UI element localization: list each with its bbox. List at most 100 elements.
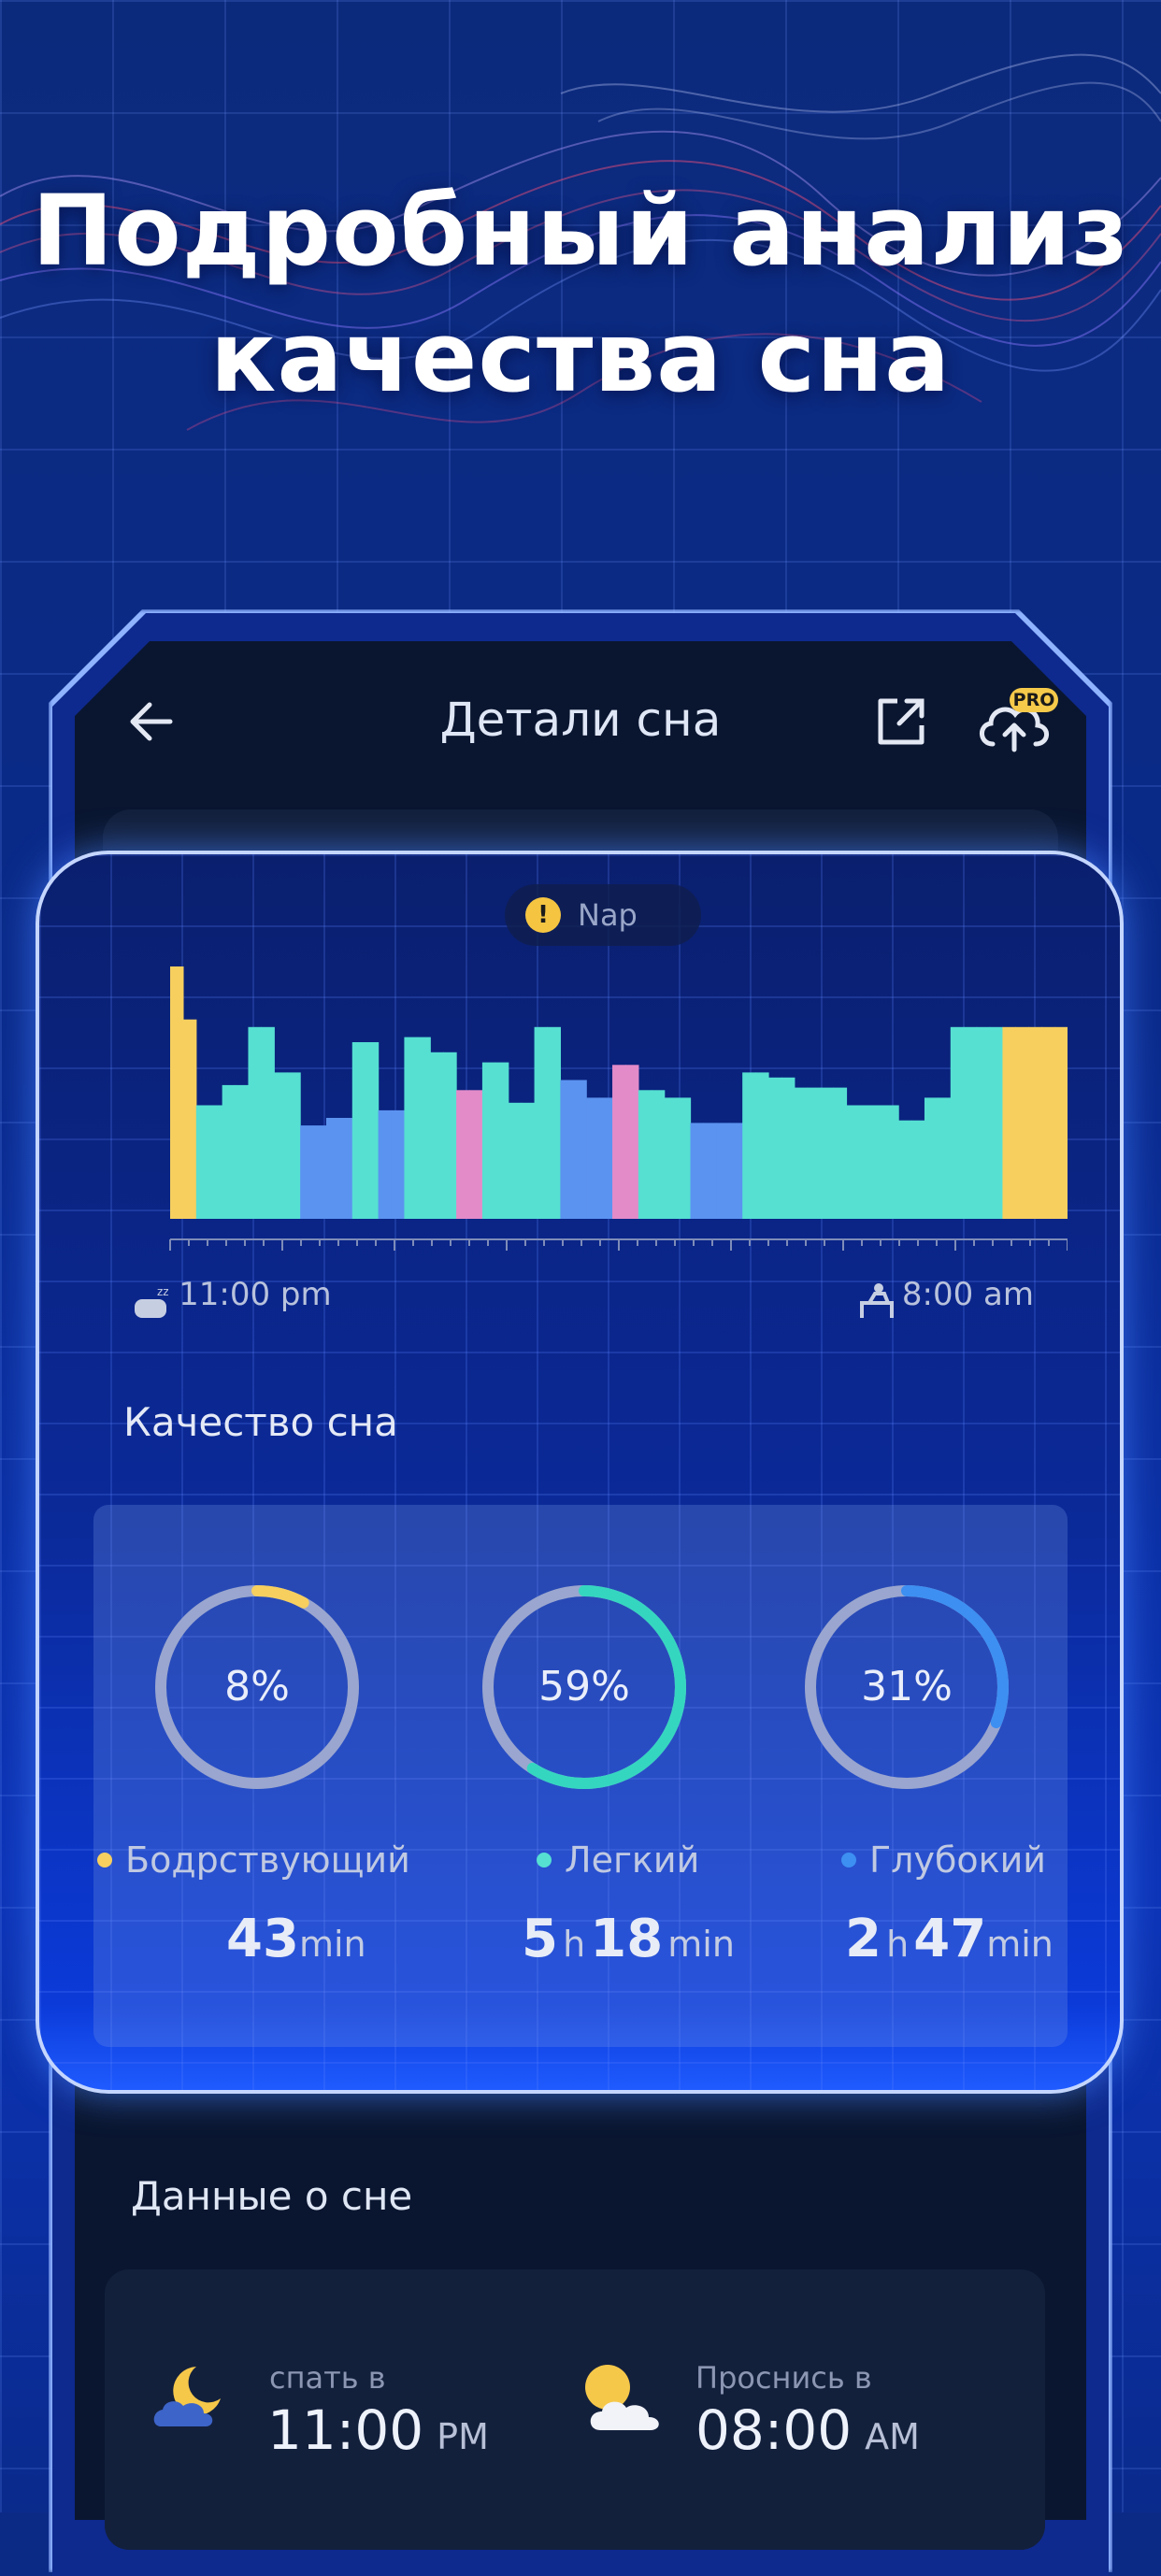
stage-bar (716, 1123, 730, 1219)
stage-bar (547, 1026, 561, 1219)
stage-bar (624, 1065, 639, 1219)
deep-dot (841, 1852, 856, 1868)
light-minutes: 18 (590, 1909, 664, 1969)
stage-bar (430, 1052, 444, 1219)
quality-section-title: Качество сна (123, 1399, 398, 1445)
stage-bar (469, 1090, 483, 1219)
sun-cloud-icon (585, 2365, 659, 2430)
stage-bar (859, 1105, 873, 1219)
stage-bar (573, 1080, 587, 1219)
stage-bar (208, 1105, 223, 1219)
sleep-bed-icon: zz (135, 1285, 169, 1318)
bedtime-marker: zz 11:00 pm (133, 1270, 332, 1319)
deep-percent: 31% (861, 1663, 953, 1710)
awake-dot (97, 1852, 112, 1868)
deep-minutes: 47 (913, 1909, 987, 1969)
stage-bar (872, 1105, 886, 1219)
stage-bar (313, 1125, 327, 1219)
light-min-unit: min (667, 1924, 735, 1965)
stage-bar (924, 1097, 939, 1219)
stage-bar (638, 1090, 652, 1219)
stage-bar (560, 1080, 574, 1219)
stage-bar (846, 1105, 860, 1219)
stage-bar (794, 1087, 809, 1219)
stage-bar (195, 1105, 210, 1219)
stage-bar (989, 1026, 1004, 1219)
stage-bar (182, 1019, 197, 1219)
sleep-data-title: Данные о сне (131, 2173, 413, 2219)
stage-bar (235, 1084, 250, 1219)
stage-bar (807, 1087, 822, 1219)
stage-bar (651, 1090, 666, 1219)
sleep-quality-card: ! Nap zz 11:00 pm 8:00 am Качество сна 8… (36, 851, 1124, 2094)
nap-label: Nap (578, 897, 638, 933)
stage-bar (1041, 1026, 1055, 1219)
stage-bar (911, 1120, 925, 1219)
wake-marker: 8:00 am (856, 1270, 1034, 1319)
moon-cloud-icon (153, 2367, 221, 2426)
end-time: 8:00 am (901, 1276, 1034, 1313)
stage-bar (404, 1037, 418, 1219)
stage-bar (521, 1102, 536, 1219)
stage-bar (300, 1125, 314, 1219)
stage-bar (950, 1026, 965, 1219)
stage-bar (768, 1077, 782, 1219)
stage-bar (222, 1084, 236, 1219)
deep-hours: 2 (845, 1909, 882, 1969)
deep-label: Глубокий (869, 1839, 1046, 1881)
stage-bar (963, 1026, 978, 1219)
warning-icon: ! (525, 897, 561, 933)
light-hour-unit: h (563, 1924, 586, 1965)
stage-bar (742, 1072, 756, 1219)
stage-bar (755, 1072, 769, 1219)
stage-bar (729, 1123, 743, 1219)
stage-bar (378, 1109, 393, 1219)
stage-bar (781, 1077, 796, 1219)
bedtime-value: 11:00 PM (267, 2397, 489, 2470)
stage-bar (976, 1026, 991, 1219)
stage-bar (494, 1062, 509, 1219)
stage-bar (274, 1072, 288, 1219)
headline-line-2: качества сна (209, 300, 952, 414)
light-percent: 59% (538, 1663, 630, 1710)
headline: Подробный анализ качества сна (0, 168, 1161, 421)
awake-percent: 8% (224, 1663, 290, 1710)
bedtime-label: спать в (269, 2360, 386, 2396)
stage-bar (898, 1120, 912, 1219)
awake-min-unit: min (298, 1924, 366, 1965)
light-dot (537, 1852, 552, 1868)
stage-bar (534, 1026, 549, 1219)
legend-light: Легкий (537, 1836, 699, 1884)
quality-panel: 8% 59% 31% Бодрствующий Легкий Глубокий … (93, 1505, 1068, 2047)
stage-bar (1054, 1026, 1068, 1219)
stage-bar (481, 1062, 496, 1219)
sleep-stage-chart (169, 966, 1068, 1251)
wake-label: Проснись в (695, 2360, 872, 2396)
light-label: Легкий (565, 1839, 700, 1881)
stage-bar (664, 1097, 679, 1219)
stage-bar (1028, 1026, 1042, 1219)
stage-bar (885, 1105, 899, 1219)
share-icon[interactable] (871, 692, 931, 751)
stage-bar (287, 1072, 301, 1219)
wake-value: 08:00 AM (695, 2397, 920, 2470)
wake-ampm: AM (865, 2416, 920, 2457)
legend-awake: Бодрствующий (97, 1836, 410, 1884)
stage-bar (677, 1097, 692, 1219)
awake-minutes: 43 (226, 1909, 299, 1969)
nap-tag[interactable]: ! Nap (505, 884, 701, 946)
stage-bar (365, 1042, 380, 1219)
stage-bar (937, 1097, 952, 1219)
deep-duration: 2 h 47min (845, 1907, 1054, 1984)
stage-bar (599, 1097, 613, 1219)
stage-bar (248, 1026, 262, 1219)
stage-bar (703, 1123, 717, 1219)
pro-badge: PRO (1010, 688, 1058, 712)
wake-up-icon (859, 1282, 894, 1318)
stage-bar (833, 1087, 848, 1219)
stage-bar (586, 1097, 600, 1219)
light-duration: 5 h 18 min (522, 1907, 735, 1984)
bedtime-time: 11:00 (267, 2398, 424, 2462)
stage-bar (612, 1065, 626, 1219)
bedtime-ampm: PM (437, 2416, 489, 2457)
